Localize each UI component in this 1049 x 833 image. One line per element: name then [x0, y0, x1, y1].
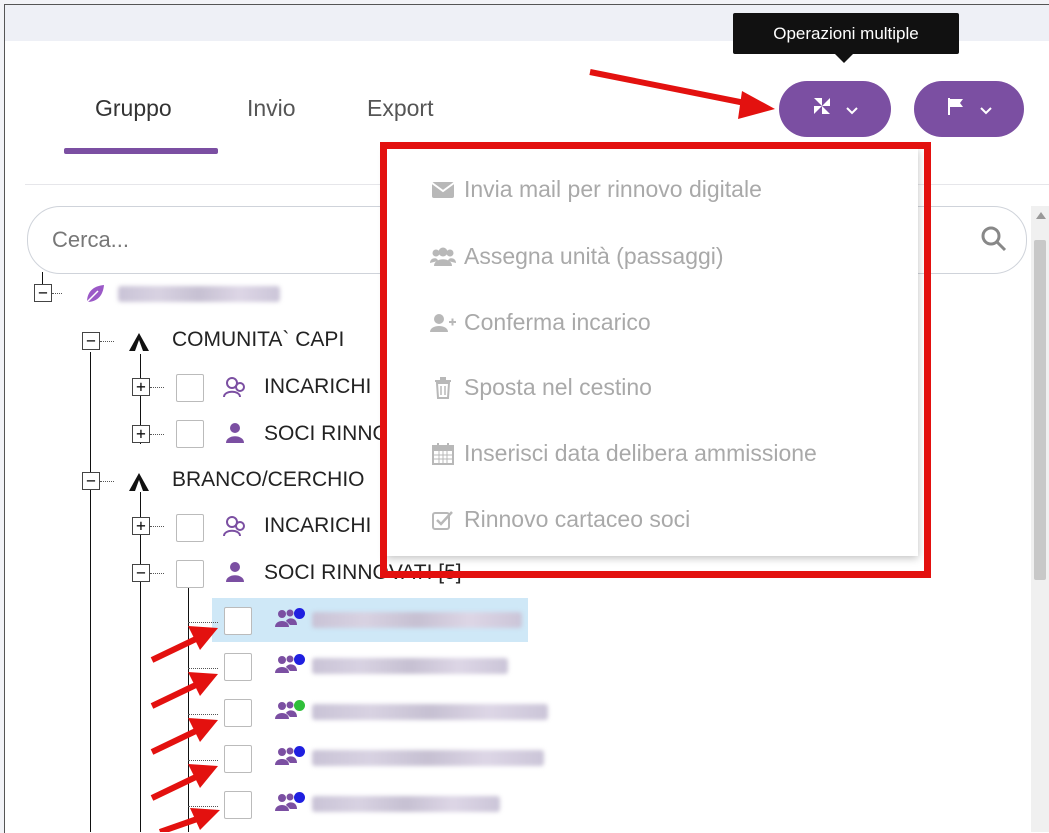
- arrow-line: [150, 772, 202, 801]
- arrow-line: [150, 726, 202, 755]
- annotation-arrows: [150, 69, 775, 832]
- arrow-head: [738, 91, 775, 119]
- arrow-line: [150, 680, 202, 709]
- arrow-line: [589, 69, 756, 108]
- arrow-line: [150, 634, 202, 663]
- arrow-line: [159, 815, 201, 832]
